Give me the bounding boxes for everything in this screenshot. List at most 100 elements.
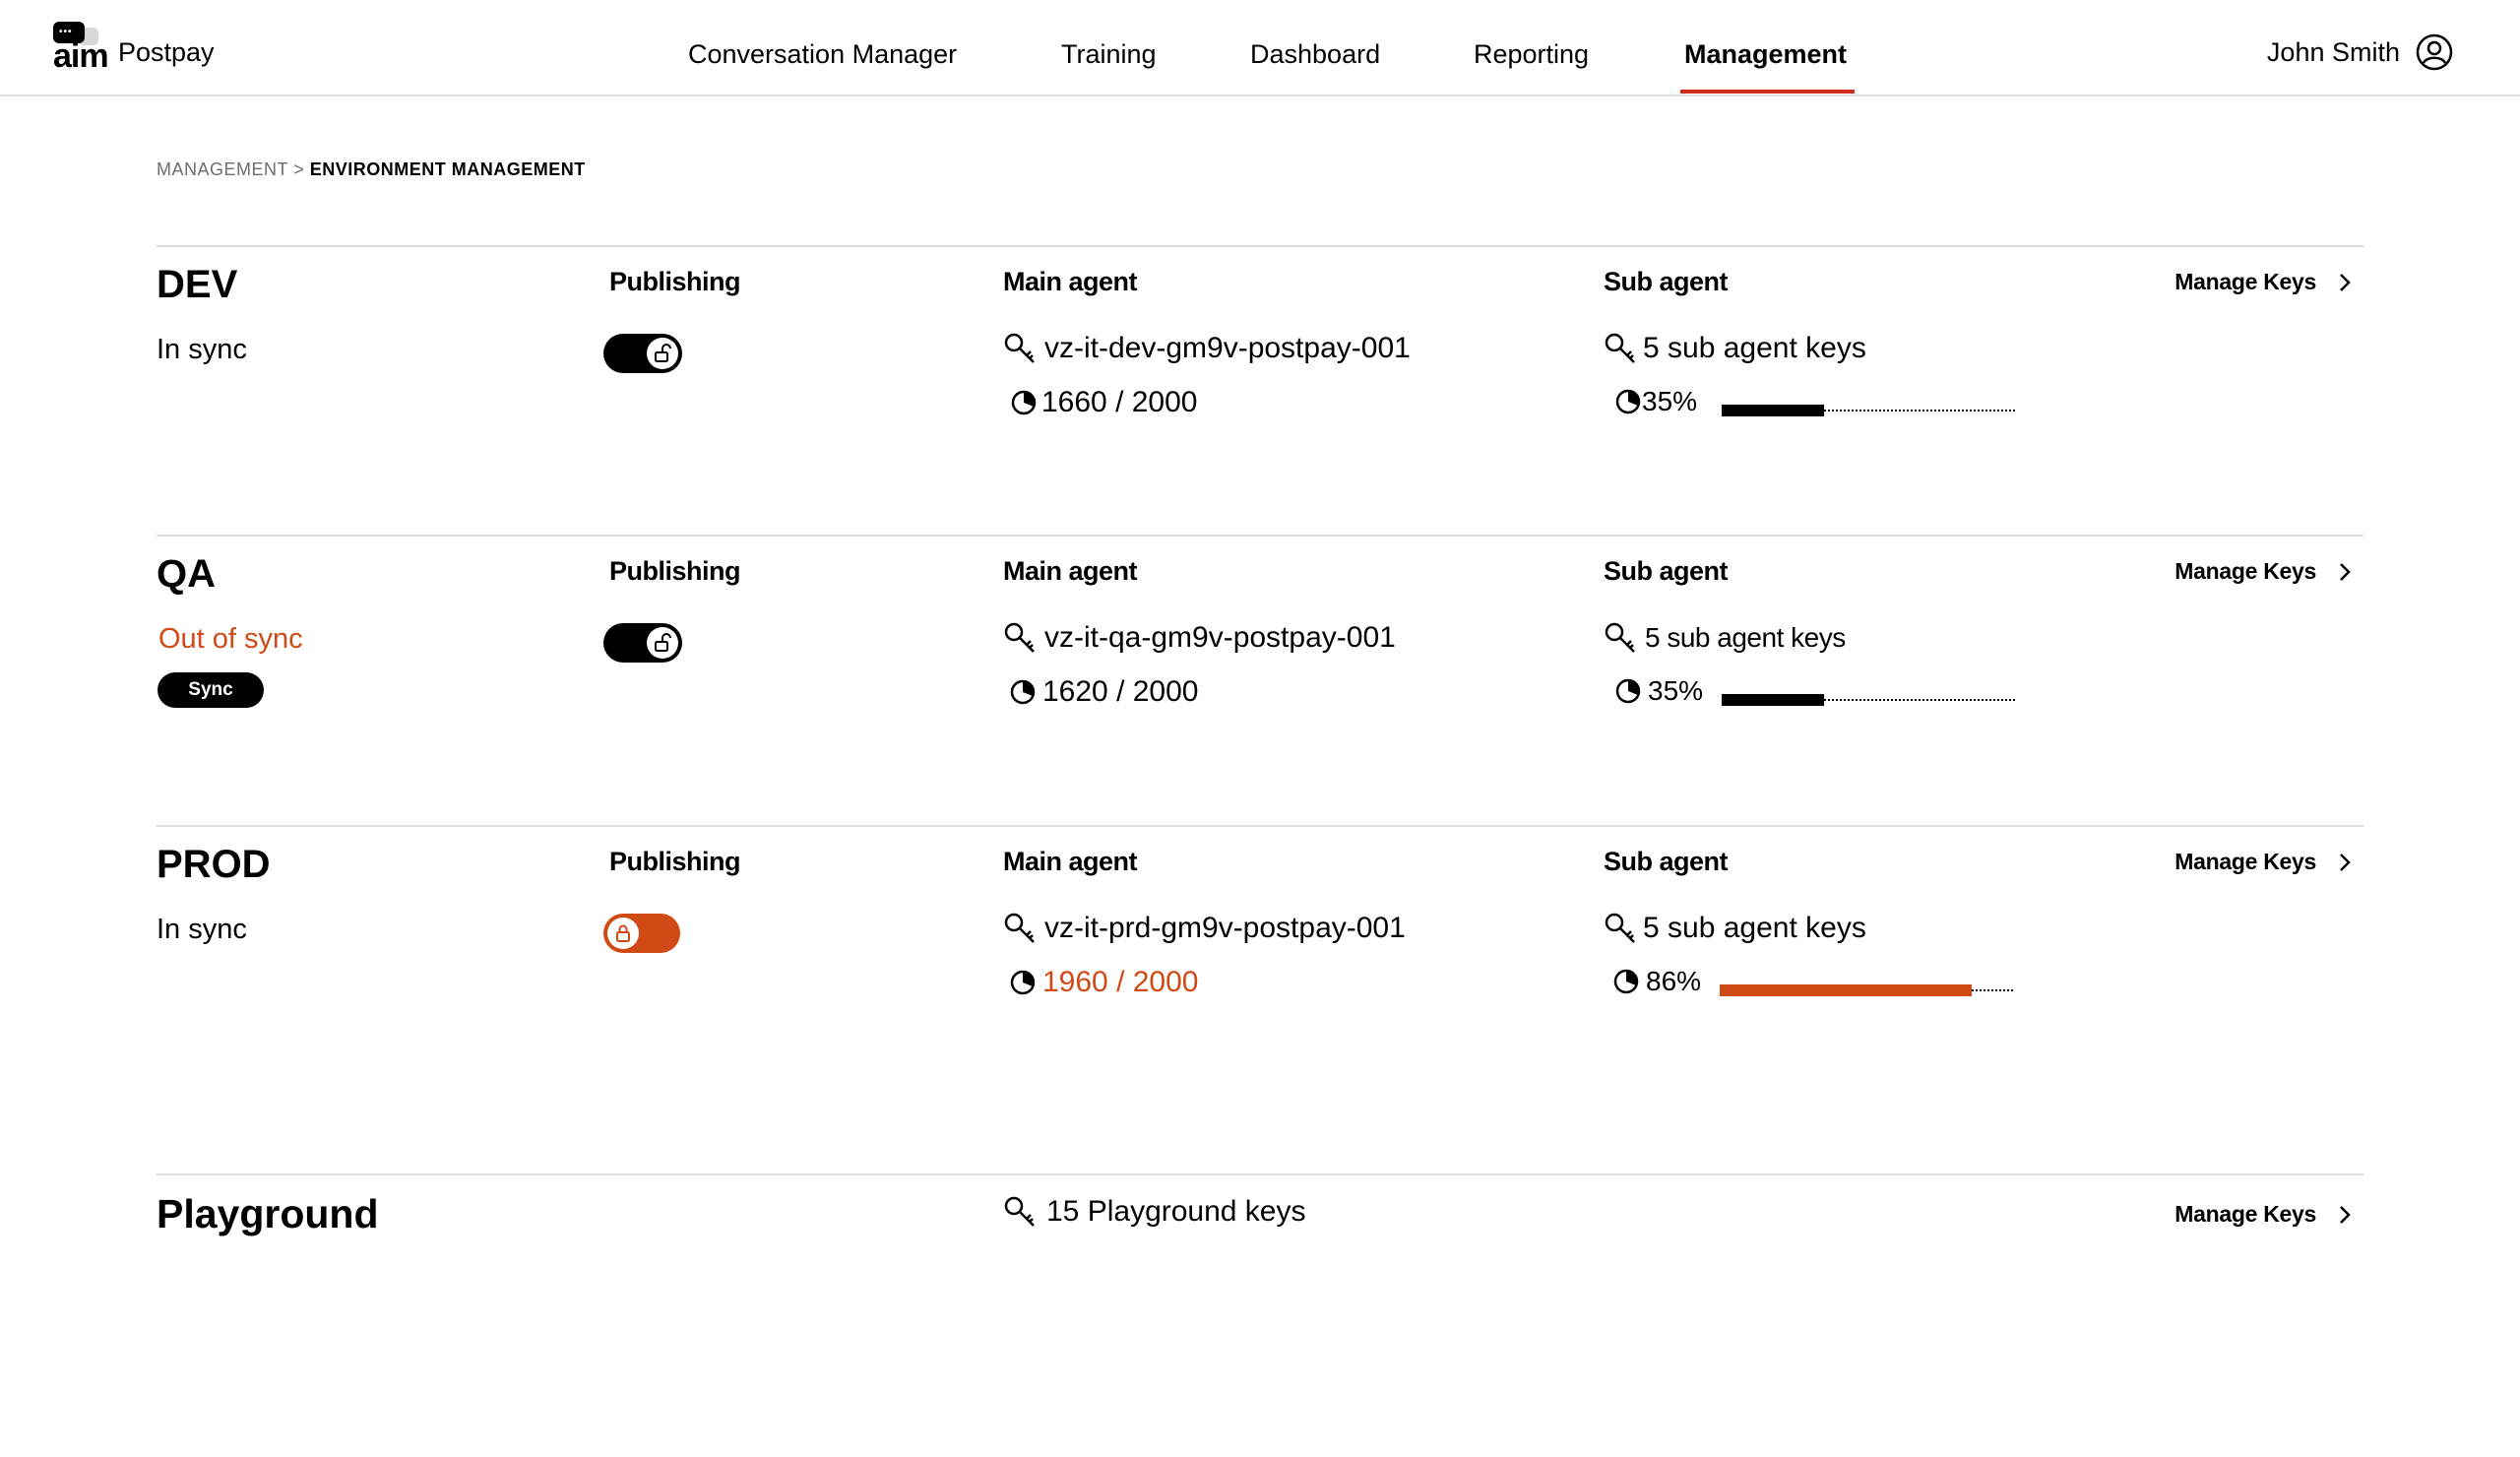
key-icon: [1004, 1196, 1035, 1227]
main-agent-id: vz-it-dev-gm9v-postpay-001: [1044, 332, 1411, 364]
publishing-toggle[interactable]: [603, 623, 682, 663]
usage-pie-icon: [1010, 970, 1036, 995]
usage-pie-icon: [1010, 679, 1036, 705]
manage-keys-label: Manage Keys: [2174, 558, 2316, 584]
env-section-qa: QA Out of sync Sync Publishing Main agen…: [157, 535, 2363, 824]
publishing-header: Publishing: [609, 847, 741, 876]
env-section-dev: DEV In sync Publishing Main agent vz-it-…: [157, 245, 2363, 533]
manage-keys-button[interactable]: Manage Keys: [2174, 1201, 2352, 1228]
sub-usage-percent: 35%: [1642, 386, 1698, 416]
main-agent-key: vz-it-prd-gm9v-postpay-001: [1003, 912, 1406, 945]
sub-agent-keys: 5 sub agent keys: [1604, 332, 1866, 365]
nav-dashboard[interactable]: Dashboard: [1250, 39, 1380, 70]
sub-agent-keys-count: 5 sub agent keys: [1643, 332, 1866, 364]
env-name: DEV: [157, 263, 238, 306]
breadcrumb-parent[interactable]: MANAGEMENT: [157, 159, 288, 179]
breadcrumb-current: ENVIRONMENT MANAGEMENT: [309, 159, 586, 179]
manage-keys-label: Manage Keys: [2174, 1201, 2316, 1227]
main-agent-header: Main agent: [1003, 556, 1138, 586]
main-agent-key: vz-it-dev-gm9v-postpay-001: [1003, 332, 1411, 365]
main-agent-header: Main agent: [1003, 847, 1138, 876]
main-agent-usage: 1620 / 2000: [1009, 675, 1198, 709]
nav-reporting[interactable]: Reporting: [1474, 39, 1589, 70]
usage-pie-icon: [1613, 969, 1639, 994]
sub-usage-bar-fill: [1722, 405, 1824, 416]
publishing-header: Publishing: [609, 267, 741, 296]
chevron-right-icon: [2340, 562, 2351, 581]
unlock-icon: [647, 338, 678, 369]
sub-usage-percent: 35%: [1648, 675, 1704, 706]
env-name: Playground: [157, 1191, 379, 1236]
manage-keys-label: Manage Keys: [2174, 849, 2316, 874]
env-status: Out of sync: [158, 623, 303, 655]
sub-agent-header: Sub agent: [1604, 267, 1729, 296]
sub-usage-bar: [1722, 405, 2015, 416]
env-section-prod: PROD In sync Publishing Main agent vz-it…: [157, 825, 2363, 1173]
playground-keys-count: 15 Playground keys: [1046, 1195, 1306, 1228]
main-usage-value: 1960 / 2000: [1042, 966, 1199, 998]
sub-agent-keys-count: 5 sub agent keys: [1643, 912, 1866, 944]
sub-usage-bar: [1720, 984, 2013, 996]
chevron-right-icon: [2340, 1205, 2351, 1224]
playground-keys: 15 Playground keys: [1003, 1195, 1306, 1229]
chevron-right-icon: [2340, 853, 2351, 871]
sub-usage-bar-fill: [1722, 694, 1824, 706]
nav-training[interactable]: Training: [1061, 39, 1157, 70]
sub-agent-keys: 5 sub agent keys: [1604, 912, 1866, 945]
active-tab-indicator: [1680, 90, 1855, 94]
main-agent-key: vz-it-qa-gm9v-postpay-001: [1003, 621, 1396, 655]
logo-text: aim: [53, 37, 109, 75]
env-status: In sync: [157, 914, 247, 945]
main-agent-usage: 1660 / 2000: [1010, 386, 1197, 419]
breadcrumb-separator: >: [293, 159, 305, 179]
publishing-toggle[interactable]: [603, 914, 680, 953]
publishing-header: Publishing: [609, 556, 741, 586]
nav-conversation-manager[interactable]: Conversation Manager: [688, 39, 957, 70]
usage-pie-icon: [1011, 390, 1037, 415]
sub-agent-keys-count: 5 sub agent keys: [1645, 622, 1846, 653]
manage-keys-button[interactable]: Manage Keys: [2174, 558, 2352, 585]
env-section-playground: Playground 15 Playground keys Manage Key…: [157, 1173, 2363, 1311]
breadcrumb: MANAGEMENT > ENVIRONMENT MANAGEMENT: [157, 159, 586, 180]
app-logo[interactable]: ••• aim Postpay: [53, 22, 215, 73]
sync-button[interactable]: Sync: [158, 672, 264, 708]
product-name: Postpay: [118, 37, 215, 67]
key-icon: [1605, 622, 1635, 653]
sub-agent-header: Sub agent: [1604, 556, 1729, 586]
user-circle-icon: [2416, 33, 2453, 71]
sub-usage-bar-fill: [1720, 984, 1972, 996]
user-menu[interactable]: John Smith: [2267, 33, 2453, 71]
sub-usage-bar: [1722, 694, 2015, 706]
main-agent-header: Main agent: [1003, 267, 1138, 296]
env-name: PROD: [157, 843, 271, 886]
chevron-right-icon: [2340, 273, 2351, 291]
sub-agent-keys: 5 sub agent keys: [1604, 621, 1846, 655]
main-agent-id: vz-it-qa-gm9v-postpay-001: [1044, 621, 1396, 654]
sub-agent-usage: 35%: [1614, 386, 1697, 417]
manage-keys-button[interactable]: Manage Keys: [2174, 849, 2352, 875]
main-agent-id: vz-it-prd-gm9v-postpay-001: [1044, 912, 1406, 944]
unlock-icon: [647, 627, 678, 659]
main-usage-value: 1620 / 2000: [1042, 675, 1199, 708]
usage-pie-icon: [1615, 389, 1641, 414]
top-header: ••• aim Postpay Conversation Manager Tra…: [0, 0, 2520, 96]
env-name: QA: [157, 552, 216, 596]
manage-keys-button[interactable]: Manage Keys: [2174, 269, 2352, 295]
main-agent-usage: 1960 / 2000: [1009, 966, 1198, 999]
key-icon: [1004, 913, 1035, 943]
key-icon: [1004, 333, 1035, 363]
main-usage-value: 1660 / 2000: [1041, 386, 1198, 418]
logo-dots: •••: [59, 27, 73, 37]
lock-icon: [607, 918, 639, 949]
nav-management[interactable]: Management: [1684, 39, 1847, 70]
manage-keys-label: Manage Keys: [2174, 269, 2316, 294]
usage-pie-icon: [1615, 678, 1641, 704]
sub-usage-percent: 86%: [1646, 966, 1702, 996]
publishing-toggle[interactable]: [603, 334, 682, 373]
sub-agent-usage: 86%: [1612, 966, 1701, 997]
user-name: John Smith: [2266, 36, 2400, 67]
aim-logo-mark: ••• aim: [53, 22, 109, 73]
key-icon: [1004, 622, 1035, 653]
key-icon: [1605, 913, 1635, 943]
sub-agent-header: Sub agent: [1604, 847, 1729, 876]
